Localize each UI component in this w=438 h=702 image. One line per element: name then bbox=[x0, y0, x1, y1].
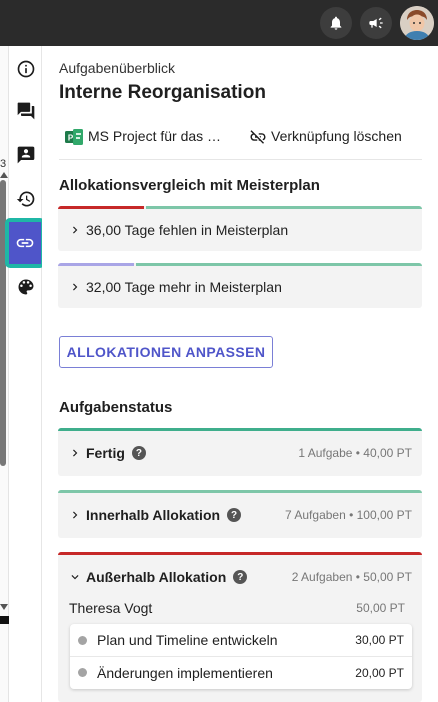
chevron-right-icon bbox=[73, 226, 78, 234]
person-value: 50,00 PT bbox=[356, 601, 405, 615]
page-title: Interne Reorganisation bbox=[59, 82, 266, 103]
status-group-label: Innerhalb Allokation bbox=[86, 507, 221, 523]
palette-icon[interactable] bbox=[15, 276, 37, 298]
scroll-up-arrow[interactable] bbox=[0, 172, 8, 178]
status-group-done[interactable]: Fertig ? 1 Aufgabe • 40,00 PT bbox=[58, 428, 422, 476]
contact-card-icon[interactable] bbox=[15, 144, 37, 166]
overview-label: Aufgabenüberblick bbox=[59, 60, 175, 76]
info-icon[interactable] bbox=[15, 58, 37, 80]
help-icon[interactable]: ? bbox=[227, 508, 242, 522]
chevron-right-icon bbox=[73, 283, 78, 291]
icon-rail bbox=[5, 46, 45, 702]
allocation-more-label: 32,00 Tage mehr in Meisterplan bbox=[86, 279, 282, 295]
task-value: 20,00 PT bbox=[355, 665, 404, 680]
status-section-title: Aufgabenstatus bbox=[59, 399, 173, 416]
task-name: Änderungen implementieren bbox=[97, 664, 273, 681]
allocation-missing-card[interactable]: 36,00 Tage fehlen in Meisterplan bbox=[58, 206, 422, 251]
task-list: Plan und Timeline entwickeln 30,00 PT Än… bbox=[70, 624, 412, 689]
person-row: Theresa Vogt 50,00 PT bbox=[69, 598, 405, 618]
chevron-right-icon bbox=[73, 511, 78, 519]
unlink-button[interactable]: Verknüpfung löschen bbox=[271, 128, 402, 144]
edge-number: 3 bbox=[0, 158, 7, 170]
chevron-right-icon bbox=[73, 449, 78, 457]
rail-active-highlight bbox=[5, 218, 45, 268]
status-group-meta: 1 Aufgabe • 40,00 PT bbox=[298, 446, 412, 460]
allocation-more-card[interactable]: 32,00 Tage mehr in Meisterplan bbox=[58, 263, 422, 308]
link-icon[interactable] bbox=[9, 222, 41, 264]
chevron-down-icon bbox=[71, 575, 79, 580]
task-name: Plan und Timeline entwickeln bbox=[97, 632, 278, 648]
person-name: Theresa Vogt bbox=[69, 600, 153, 616]
status-group-label: Fertig bbox=[86, 445, 125, 461]
ms-project-icon: P bbox=[65, 129, 83, 145]
adjust-allocations-button[interactable]: ALLOKATIONEN ANPASSEN bbox=[59, 336, 273, 368]
list-item[interactable]: Änderungen implementieren 20,00 PT bbox=[70, 656, 412, 688]
status-dot bbox=[78, 668, 87, 677]
scroll-down-arrow[interactable] bbox=[0, 604, 8, 610]
task-value: 30,00 PT bbox=[355, 633, 404, 647]
status-group-meta: 2 Aufgaben • 50,00 PT bbox=[291, 570, 412, 584]
status-group-meta: 7 Aufgaben • 100,00 PT bbox=[285, 508, 412, 522]
help-icon[interactable]: ? bbox=[233, 570, 248, 584]
unlink-icon bbox=[250, 130, 266, 144]
edge-marker bbox=[0, 616, 9, 624]
top-bar bbox=[0, 0, 438, 46]
allocation-section-title: Allokationsvergleich mit Meisterplan bbox=[59, 177, 320, 194]
project-link[interactable]: MS Project für das … bbox=[88, 128, 221, 144]
megaphone-icon[interactable] bbox=[360, 7, 392, 39]
svg-text:P: P bbox=[68, 134, 74, 143]
status-dot bbox=[78, 635, 87, 645]
history-icon[interactable] bbox=[15, 188, 37, 210]
project-link-row: P MS Project für das … Verknüpfung lösch… bbox=[59, 126, 422, 160]
status-group-within[interactable]: Innerhalb Allokation ? 7 Aufgaben • 100,… bbox=[58, 490, 422, 538]
status-group-label: Außerhalb Allokation bbox=[86, 569, 227, 585]
task-overview-panel: Aufgabenüberblick Interne Reorganisation… bbox=[42, 46, 438, 702]
bell-icon[interactable] bbox=[320, 7, 352, 39]
avatar[interactable] bbox=[400, 6, 434, 40]
help-icon[interactable]: ? bbox=[131, 446, 146, 460]
chat-icon[interactable] bbox=[15, 100, 37, 122]
list-item[interactable]: Plan und Timeline entwickeln 30,00 PT bbox=[70, 624, 412, 656]
allocation-missing-label: 36,00 Tage fehlen in Meisterplan bbox=[86, 222, 289, 238]
